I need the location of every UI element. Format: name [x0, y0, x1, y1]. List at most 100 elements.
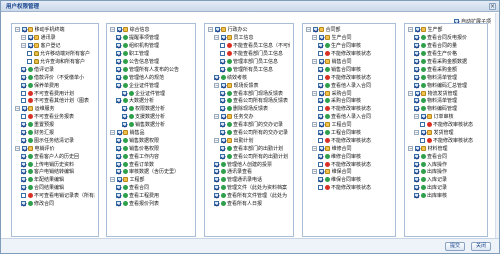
tree-node[interactable]: 不能修改审核状态 — [408, 121, 484, 129]
tree-node[interactable]: − 维保合同 — [306, 168, 392, 176]
permission-checkbox[interactable] — [220, 66, 225, 72]
permission-checkbox[interactable] — [21, 193, 26, 199]
tree-node[interactable]: 出库审核 — [408, 192, 484, 200]
permission-checkbox[interactable] — [220, 43, 225, 49]
tree-node[interactable]: − 电销评价 — [15, 144, 95, 152]
tree-node[interactable]: 物料清单管理 — [408, 97, 484, 105]
tree-node[interactable]: 不能查看员工信息（不可修 — [208, 42, 290, 50]
collapse-toggle-icon[interactable]: − — [408, 27, 413, 33]
permission-checkbox[interactable] — [220, 106, 225, 112]
permission-checkbox[interactable] — [21, 169, 26, 175]
permission-checkbox[interactable] — [220, 51, 225, 57]
permission-checkbox[interactable] — [318, 137, 323, 143]
permission-checkbox[interactable] — [122, 106, 127, 112]
permission-checkbox[interactable] — [414, 145, 420, 151]
permission-checkbox[interactable] — [21, 153, 26, 159]
permission-checkbox[interactable] — [116, 161, 121, 167]
permission-checkbox[interactable] — [414, 82, 419, 88]
tree-node[interactable]: 工程合同审核 — [306, 129, 392, 137]
permission-checkbox[interactable] — [414, 98, 419, 104]
permission-checkbox[interactable] — [420, 114, 426, 120]
tree-node[interactable]: 查看所有人日报 — [208, 200, 290, 208]
tree-node[interactable]: 销售数据分析 — [110, 121, 192, 129]
tree-node[interactable]: − 材料管理 — [408, 144, 484, 152]
tree-node[interactable]: − 通讯录 — [15, 34, 95, 42]
tree-node[interactable]: 出库操作 — [408, 168, 484, 176]
permission-checkbox[interactable] — [116, 193, 121, 199]
permission-checkbox[interactable] — [220, 145, 225, 151]
tree-node[interactable]: 不能修改审核状态 — [306, 50, 392, 58]
tree-node[interactable]: − 发货管理 — [408, 129, 484, 137]
permission-checkbox[interactable] — [220, 122, 225, 128]
tree-node[interactable]: 不能修改审核状态 — [306, 73, 392, 81]
tree-node[interactable]: 职工管理 — [110, 50, 192, 58]
permission-checkbox[interactable] — [318, 114, 323, 120]
tree-node[interactable]: 组织机构管理 — [110, 42, 192, 50]
permission-checkbox[interactable] — [318, 98, 323, 104]
permission-checkbox[interactable] — [318, 161, 323, 167]
permission-checkbox[interactable] — [27, 35, 33, 41]
permission-checkbox[interactable] — [214, 169, 219, 175]
tree-node[interactable]: 查看合同反电报价 — [408, 34, 484, 42]
permission-checkbox[interactable] — [312, 27, 318, 33]
permission-checkbox[interactable] — [414, 193, 419, 199]
permission-checkbox[interactable] — [116, 35, 121, 41]
tree-node[interactable]: − 移动手机终端 — [15, 26, 95, 34]
collapse-toggle-icon[interactable]: − — [312, 122, 317, 128]
permission-checkbox[interactable] — [116, 98, 121, 104]
tree-node[interactable]: 合同结果编辑 — [15, 184, 95, 192]
tree-node[interactable]: 查看他人录入合同 — [306, 81, 392, 89]
permission-checkbox[interactable] — [414, 169, 419, 175]
collapse-toggle-icon[interactable]: − — [306, 27, 311, 33]
permission-checkbox[interactable] — [116, 51, 121, 57]
tree-node[interactable]: 不可查看业务报表 — [15, 113, 95, 121]
tree-node[interactable]: 查看公司所有的出勤计划 — [208, 152, 290, 160]
permission-checkbox[interactable] — [318, 74, 323, 80]
tree-node[interactable]: 删除现场反馈表 — [208, 105, 290, 113]
permission-checkbox[interactable] — [220, 90, 225, 96]
tree-node[interactable]: − 运维服务 — [15, 105, 95, 113]
permission-checkbox[interactable] — [122, 122, 127, 128]
tree-node[interactable]: − 物流发货管理 — [408, 89, 484, 97]
permission-checkbox[interactable] — [318, 82, 323, 88]
permission-checkbox[interactable] — [414, 43, 419, 49]
permission-checkbox[interactable] — [414, 161, 419, 167]
permission-checkbox[interactable] — [116, 74, 121, 80]
tree-node[interactable]: − 现场反馈表 — [208, 81, 290, 89]
permission-checkbox[interactable] — [318, 106, 323, 112]
permission-checkbox[interactable] — [116, 153, 121, 159]
tree-node[interactable]: − 生产部 — [408, 26, 484, 34]
permission-checkbox[interactable] — [220, 137, 226, 143]
permission-checkbox[interactable] — [318, 43, 323, 49]
tree-node[interactable]: − 订单审核 — [408, 113, 484, 121]
permission-checkbox[interactable] — [21, 74, 26, 80]
permission-checkbox[interactable] — [214, 201, 219, 207]
permission-checkbox[interactable] — [318, 169, 324, 175]
tree-node[interactable]: 查看订单数 — [110, 160, 192, 168]
collapse-toggle-icon[interactable]: − — [15, 27, 20, 33]
collapse-toggle-icon[interactable]: − — [414, 130, 419, 136]
tree-node[interactable]: 不可查看其他计划（图表 — [15, 97, 95, 105]
permission-checkbox[interactable] — [214, 27, 220, 33]
tree-node[interactable]: 不可查看电销记录表（所有系 — [15, 192, 95, 200]
tree-node[interactable]: − 维修合同 — [306, 144, 392, 152]
tree-node[interactable]: 销售价格权限 — [110, 144, 192, 152]
tree-node[interactable]: 不能修改审核状态 — [306, 136, 392, 144]
tree-node[interactable]: 企业证件管理 — [110, 89, 192, 97]
permission-checkbox[interactable] — [116, 145, 121, 151]
tree-node[interactable]: 不能修改审核状态 — [306, 160, 392, 168]
tree-node[interactable]: 查看报价列表 — [110, 200, 192, 208]
permission-checkbox[interactable] — [318, 130, 323, 136]
tree-node[interactable]: 维修合同审核 — [306, 152, 392, 160]
permission-checkbox[interactable] — [420, 130, 426, 136]
tree-node[interactable]: 支援数据分析 — [110, 113, 192, 121]
permission-checkbox[interactable] — [214, 185, 219, 191]
permission-checkbox[interactable] — [214, 74, 219, 80]
permission-checkbox[interactable] — [318, 66, 323, 72]
tree-node[interactable]: 绩效考核 — [208, 73, 290, 81]
collapse-toggle-icon[interactable]: − — [15, 145, 20, 151]
permission-checkbox[interactable] — [116, 27, 122, 33]
tree-node[interactable]: − 任务交办 — [208, 113, 290, 121]
permission-checkbox[interactable] — [21, 201, 26, 207]
permission-checkbox[interactable] — [116, 177, 122, 183]
